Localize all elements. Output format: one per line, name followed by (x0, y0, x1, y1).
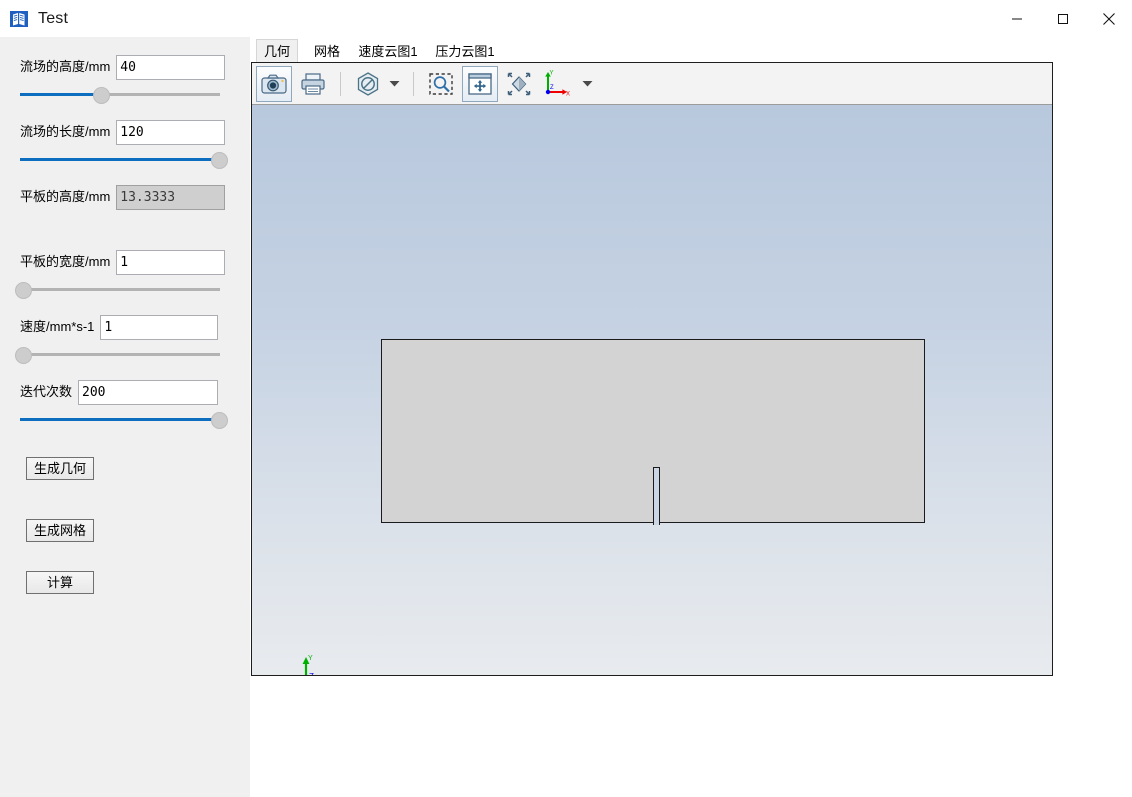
input-plate-width[interactable]: 1 (116, 249, 225, 275)
print-icon[interactable] (296, 67, 330, 101)
control-iterations: 迭代次数 200 (20, 379, 230, 429)
label-plate-height: 平板的高度/mm (20, 189, 111, 204)
svg-text:X: X (566, 91, 570, 97)
label-flow-field-height: 流场的高度/mm (20, 59, 111, 74)
label-iterations: 迭代次数 (20, 384, 73, 399)
flat-plate-slot (653, 467, 660, 525)
control-plate-height: 平板的高度/mm 13.3333 (20, 184, 225, 210)
calculate-button[interactable]: 计算 (26, 571, 94, 594)
label-flow-field-length: 流场的长度/mm (20, 124, 111, 139)
parameters-sidebar: 流场的高度/mm 40 流场的长度/mm 120 平板的高度/mm 13.333… (0, 37, 250, 797)
slider-knob[interactable] (211, 412, 228, 429)
tab-pressure-contour[interactable]: 压力云图1 (430, 39, 500, 64)
svg-text:Z: Z (550, 85, 554, 91)
no-clipping-hexagon-icon[interactable] (351, 67, 385, 101)
slider-knob[interactable] (15, 347, 32, 364)
slider-track (20, 288, 220, 291)
label-velocity: 速度/mm*s-1 (20, 319, 95, 334)
svg-text:Y: Y (308, 655, 313, 662)
control-flow-field-length: 流场的长度/mm 120 (20, 119, 228, 169)
slider-fill (20, 418, 218, 421)
svg-text:Y: Y (550, 70, 554, 76)
slider-velocity[interactable] (15, 345, 220, 364)
axis-gizmo: Y Z X (296, 651, 336, 675)
generate-mesh-button[interactable]: 生成网格 (26, 519, 94, 542)
slider-fill (20, 93, 100, 96)
slider-iterations[interactable] (20, 410, 228, 429)
tab-mesh[interactable]: 网格 (306, 39, 348, 64)
axis-orientation-icon[interactable]: Y Z X (540, 67, 574, 101)
input-plate-height: 13.3333 (116, 184, 225, 210)
clipping-dropdown-caret-icon[interactable] (385, 67, 403, 101)
slider-plate-width[interactable] (15, 280, 220, 299)
close-button[interactable] (1086, 0, 1132, 37)
slider-knob[interactable] (211, 152, 228, 169)
input-flow-field-height[interactable]: 40 (116, 54, 225, 80)
slider-flow-field-height[interactable] (20, 85, 220, 104)
window-controls (994, 0, 1132, 37)
slider-fill (20, 158, 218, 161)
maximize-button[interactable] (1040, 0, 1086, 37)
minimize-button[interactable] (994, 0, 1040, 37)
app-pages-icon (9, 9, 29, 29)
slider-flow-field-length[interactable] (20, 150, 228, 169)
control-plate-width: 平板的宽度/mm 1 (15, 249, 225, 299)
input-iterations[interactable]: 200 (78, 379, 219, 405)
rotate-view-icon[interactable] (502, 67, 536, 101)
tab-geometry[interactable]: 几何 (256, 39, 298, 64)
slider-knob[interactable] (15, 282, 32, 299)
toolbar-separator-2 (413, 71, 414, 96)
window-title: Test (38, 9, 69, 27)
orientation-dropdown-caret-icon[interactable] (578, 67, 596, 101)
pan-fit-icon[interactable] (462, 65, 498, 102)
svg-text:Z: Z (309, 672, 314, 675)
viewer-toolbar: Y Z X (252, 63, 1052, 105)
slider-track (20, 353, 220, 356)
render-panel: Y Z X Y Z X (251, 62, 1053, 676)
screenshot-camera-icon[interactable] (256, 65, 292, 102)
generate-geometry-button[interactable]: 生成几何 (26, 457, 94, 480)
input-velocity[interactable]: 1 (100, 314, 219, 340)
input-flow-field-length[interactable]: 120 (116, 119, 225, 145)
geometry-viewport[interactable]: Y Z X (252, 105, 1052, 675)
title-bar: Test (0, 0, 1132, 38)
control-velocity: 速度/mm*s-1 1 (15, 314, 225, 364)
toolbar-separator-1 (340, 71, 341, 96)
label-plate-width: 平板的宽度/mm (20, 254, 111, 269)
svg-text:X: X (327, 674, 332, 675)
control-flow-field-height: 流场的高度/mm 40 (20, 54, 225, 104)
slider-knob[interactable] (93, 87, 110, 104)
tab-strip: 几何 网格 速度云图1 压力云图1 (250, 37, 1132, 64)
tab-velocity-contour[interactable]: 速度云图1 (353, 39, 423, 64)
zoom-to-rectangle-icon[interactable] (424, 67, 458, 101)
